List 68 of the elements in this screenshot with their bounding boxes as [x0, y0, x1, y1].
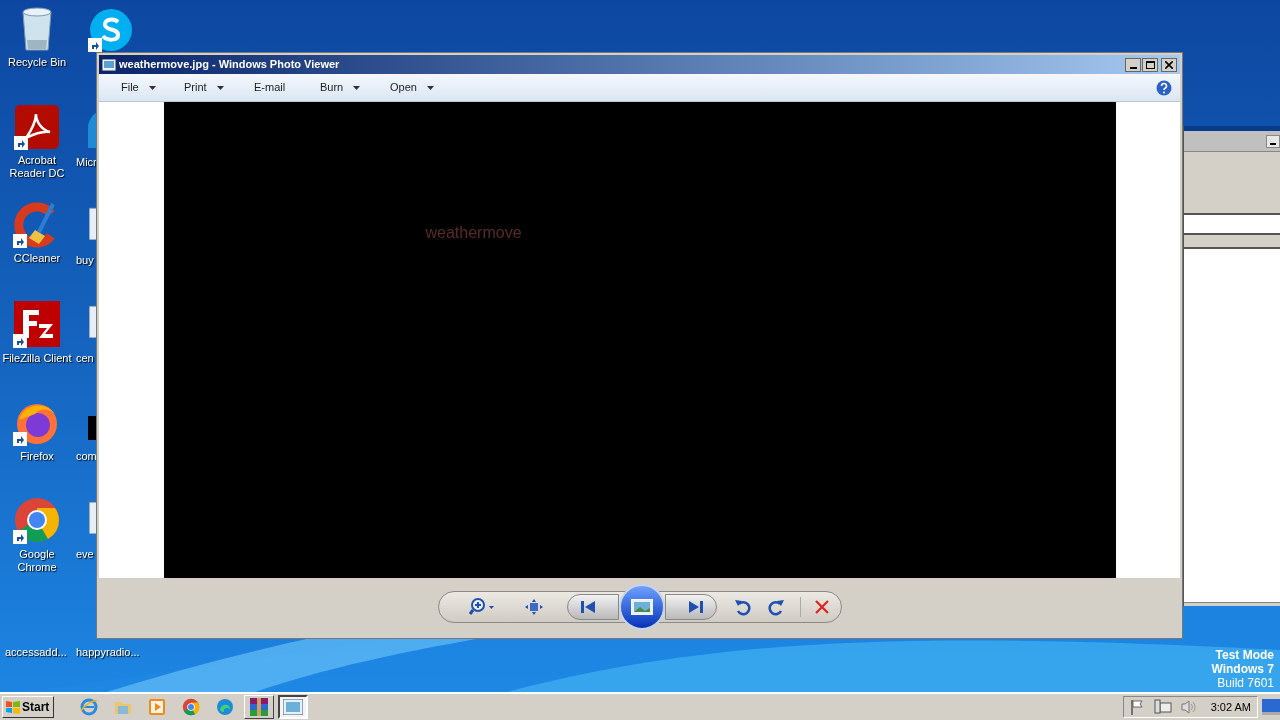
dropdown-caret-icon [426, 85, 434, 90]
next-icon [688, 601, 703, 613]
fit-frame-icon [524, 599, 543, 615]
e-globe-icon [80, 698, 98, 716]
rotate-left-button[interactable] [734, 598, 751, 616]
icon-label[interactable]: happyradio... [76, 646, 140, 659]
help-icon[interactable] [1156, 79, 1172, 96]
menu-button[interactable]: E-mail [252, 77, 310, 98]
test-mode-text: Test Mode [1215, 648, 1274, 662]
icon-label[interactable]: accessadd... [5, 646, 67, 659]
icon-label[interactable]: com [76, 450, 97, 463]
folder-icon [114, 699, 132, 715]
window-title: weathermove.jpg - Windows Photo Viewer [119, 57, 340, 73]
delete-button[interactable] [814, 600, 829, 614]
background-window[interactable] [1182, 126, 1280, 606]
slideshow-picture-icon [630, 599, 653, 615]
windows-logo-icon [6, 700, 20, 714]
menu-button[interactable]: File [119, 77, 174, 98]
rotate-right-button[interactable] [767, 598, 784, 616]
flag-icon[interactable] [1130, 699, 1146, 715]
stacked-books-icon [250, 698, 268, 716]
icon-label[interactable]: Micr [76, 156, 97, 169]
play-icon [149, 699, 165, 715]
icon-label[interactable]: Google Chrome [0, 548, 74, 574]
menu-button[interactable]: Open [388, 77, 438, 98]
previous-button[interactable] [566, 594, 619, 620]
taskbar-button[interactable] [278, 695, 308, 719]
magnifier-plus-icon [468, 598, 495, 616]
icon-label[interactable]: Acrobat Reader DC [0, 154, 74, 180]
network-computer-icon[interactable] [1154, 699, 1172, 715]
icon-label[interactable]: Firefox [20, 450, 54, 463]
icon-label[interactable]: FileZilla Client [2, 352, 72, 365]
photo-app-icon [102, 58, 116, 71]
image-text: weathermove [425, 223, 522, 243]
pdf-icon[interactable] [14, 104, 60, 150]
close-icon [1165, 60, 1173, 69]
test-mode-text: Windows 7 [1211, 662, 1274, 676]
menu-button[interactable]: Print [182, 77, 244, 98]
fz-logo-icon[interactable] [13, 300, 61, 348]
minimize-button[interactable] [1266, 135, 1280, 148]
slideshow-button[interactable] [618, 584, 665, 630]
menu-button[interactable]: Burn [318, 77, 380, 98]
close-button[interactable] [1161, 57, 1177, 72]
picture-frame-icon [283, 699, 303, 715]
dropdown-caret-icon [353, 85, 361, 90]
close-x-icon [814, 600, 829, 614]
rotate-counterclockwise-icon [734, 598, 751, 616]
dropdown-caret-icon [148, 85, 156, 90]
zoom-button[interactable] [468, 598, 495, 616]
chrome-icon [182, 698, 200, 716]
clock-time[interactable]: 3:02 AM [1210, 698, 1251, 716]
chrome-icon[interactable] [13, 496, 61, 544]
edge-wave-icon [216, 698, 234, 716]
test-mode-text: Build 7601 [1217, 676, 1274, 690]
start-button[interactable]: Start [2, 696, 54, 718]
actual-size-button[interactable] [524, 599, 543, 615]
icon-label[interactable]: CCleaner [13, 252, 61, 265]
icon-label[interactable]: eve [76, 548, 94, 561]
next-button[interactable] [664, 594, 717, 620]
address-field[interactable] [1184, 213, 1280, 233]
icon-label[interactable]: cen [76, 352, 94, 365]
icon-label[interactable]: Recycle Bin [7, 56, 67, 69]
icon-label[interactable]: buy [76, 254, 94, 267]
previous-icon [580, 601, 595, 613]
rotate-clockwise-icon [767, 598, 784, 616]
minimize-button[interactable] [1125, 57, 1141, 72]
maximize-button[interactable] [1142, 57, 1158, 72]
dropdown-caret-icon [216, 85, 224, 90]
